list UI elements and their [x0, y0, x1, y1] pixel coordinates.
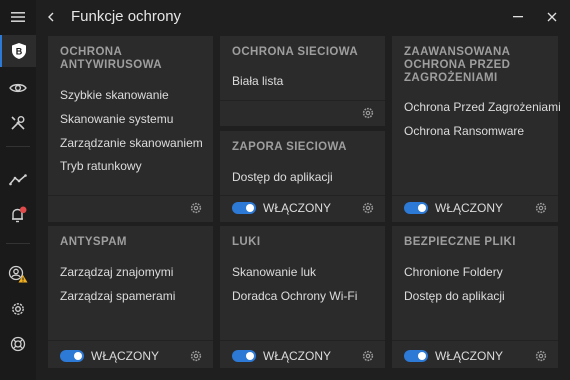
- page-title: Funkcje ochrony: [71, 8, 182, 25]
- card-network-protection: OCHRONA SIECIOWA Biała lista: [220, 36, 385, 126]
- menu-button[interactable]: [0, 0, 36, 34]
- antispam-settings-button[interactable]: [189, 349, 203, 363]
- svg-text:B: B: [16, 47, 23, 57]
- tools-icon: [11, 116, 25, 130]
- close-icon: [547, 12, 557, 22]
- activity-icon: [9, 174, 27, 186]
- protected-folders-link[interactable]: Chronione Foldery: [404, 265, 503, 279]
- network-settings-button[interactable]: [361, 106, 375, 120]
- title-bar: Funkcje ochrony: [36, 0, 570, 34]
- gear-icon: [535, 350, 547, 362]
- card-antispam: ANTYSPAM Zarządzaj znajomymi Zarządzaj s…: [48, 226, 213, 368]
- threat-defense-link[interactable]: Ochrona Przed Zagrożeniami: [404, 100, 561, 114]
- card-vulnerability: LUKI Skanowanie luk Doradca Ochrony Wi-F…: [220, 226, 385, 368]
- card-title: BEZPIECZNE PLIKI: [404, 236, 516, 248]
- gear-icon: [362, 350, 374, 362]
- gear-icon: [535, 202, 547, 214]
- sidebar-item-settings[interactable]: [0, 292, 36, 326]
- back-button[interactable]: [44, 9, 58, 25]
- rescue-mode-link[interactable]: Tryb ratunkowy: [60, 159, 142, 173]
- ransomware-link[interactable]: Ochrona Ransomware: [404, 124, 524, 138]
- safe-files-toggle[interactable]: [404, 350, 428, 362]
- vulnerability-scan-link[interactable]: Skanowanie luk: [232, 265, 316, 279]
- scan-management-link[interactable]: Zarządzanie skanowaniem: [60, 136, 203, 150]
- sidebar-item-account[interactable]: [0, 257, 36, 291]
- system-scan-link[interactable]: Skanowanie systemu: [60, 112, 173, 126]
- sidebar-item-notifications[interactable]: [0, 198, 36, 232]
- advanced-threat-toggle[interactable]: [404, 202, 428, 214]
- gear-icon: [190, 202, 202, 214]
- firewall-toggle[interactable]: [232, 202, 256, 214]
- card-title: ZAAWANSOWANA OCHRONA PRZED ZAGROŻENIAMI: [404, 46, 511, 84]
- whitelist-link[interactable]: Biała lista: [232, 74, 283, 88]
- card-antivirus: OCHRONA ANTYWIRUSOWA Szybkie skanowanie …: [48, 36, 213, 222]
- antivirus-settings-button[interactable]: [189, 201, 203, 215]
- manage-spammers-link[interactable]: Zarządzaj spamerami: [60, 289, 175, 303]
- app-access-link[interactable]: Dostęp do aplikacji: [232, 170, 333, 184]
- sidebar-item-privacy[interactable]: [0, 71, 36, 105]
- bell-icon: [12, 206, 27, 223]
- card-title: ANTYSPAM: [60, 236, 127, 248]
- gear-icon: [362, 202, 374, 214]
- sidebar-item-utilities[interactable]: [0, 106, 36, 140]
- app-access-link[interactable]: Dostęp do aplikacji: [404, 289, 505, 303]
- sidebar-item-activity[interactable]: [0, 163, 36, 197]
- settings-icon: [12, 303, 24, 315]
- card-title: OCHRONA SIECIOWA: [232, 46, 359, 58]
- toggle-label: WŁĄCZONY: [435, 349, 504, 363]
- sidebar-item-support[interactable]: [0, 327, 36, 361]
- toggle-label: WŁĄCZONY: [91, 349, 160, 363]
- gear-icon: [190, 350, 202, 362]
- firewall-settings-button[interactable]: [361, 201, 375, 215]
- gear-icon: [362, 107, 374, 119]
- quick-scan-link[interactable]: Szybkie skanowanie: [60, 88, 169, 102]
- card-title: ZAPORA SIECIOWA: [232, 141, 347, 153]
- sidebar: B: [0, 0, 36, 380]
- sidebar-item-protection[interactable]: B: [0, 35, 36, 67]
- hamburger-icon: [11, 12, 25, 22]
- toggle-label: WŁĄCZONY: [263, 349, 332, 363]
- notification-badge: [19, 206, 27, 214]
- wifi-advisor-link[interactable]: Doradca Ochrony Wi-Fi: [232, 289, 357, 303]
- eye-icon: [9, 83, 27, 93]
- card-title: OCHRONA ANTYWIRUSOWA: [60, 46, 162, 71]
- toggle-label: WŁĄCZONY: [435, 201, 504, 215]
- card-title: LUKI: [232, 236, 261, 248]
- back-arrow-icon: [48, 12, 54, 22]
- shield-b-icon: B: [12, 43, 26, 59]
- manage-friends-link[interactable]: Zarządzaj znajomymi: [60, 265, 173, 279]
- minimize-icon: [513, 16, 523, 18]
- safe-files-settings-button[interactable]: [534, 349, 548, 363]
- vulnerability-toggle[interactable]: [232, 350, 256, 362]
- minimize-button[interactable]: [510, 9, 526, 25]
- close-button[interactable]: [544, 9, 560, 25]
- user-warning-icon: [8, 265, 28, 283]
- advanced-settings-button[interactable]: [534, 201, 548, 215]
- card-firewall: ZAPORA SIECIOWA Dostęp do aplikacji WŁĄC…: [220, 131, 385, 222]
- vulnerability-settings-button[interactable]: [361, 349, 375, 363]
- help-lifebuoy-icon: [10, 336, 26, 352]
- antispam-toggle[interactable]: [60, 350, 84, 362]
- card-advanced-threat: ZAAWANSOWANA OCHRONA PRZED ZAGROŻENIAMI …: [392, 36, 561, 222]
- card-safe-files: BEZPIECZNE PLIKI Chronione Foldery Dostę…: [392, 226, 558, 368]
- toggle-label: WŁĄCZONY: [263, 201, 332, 215]
